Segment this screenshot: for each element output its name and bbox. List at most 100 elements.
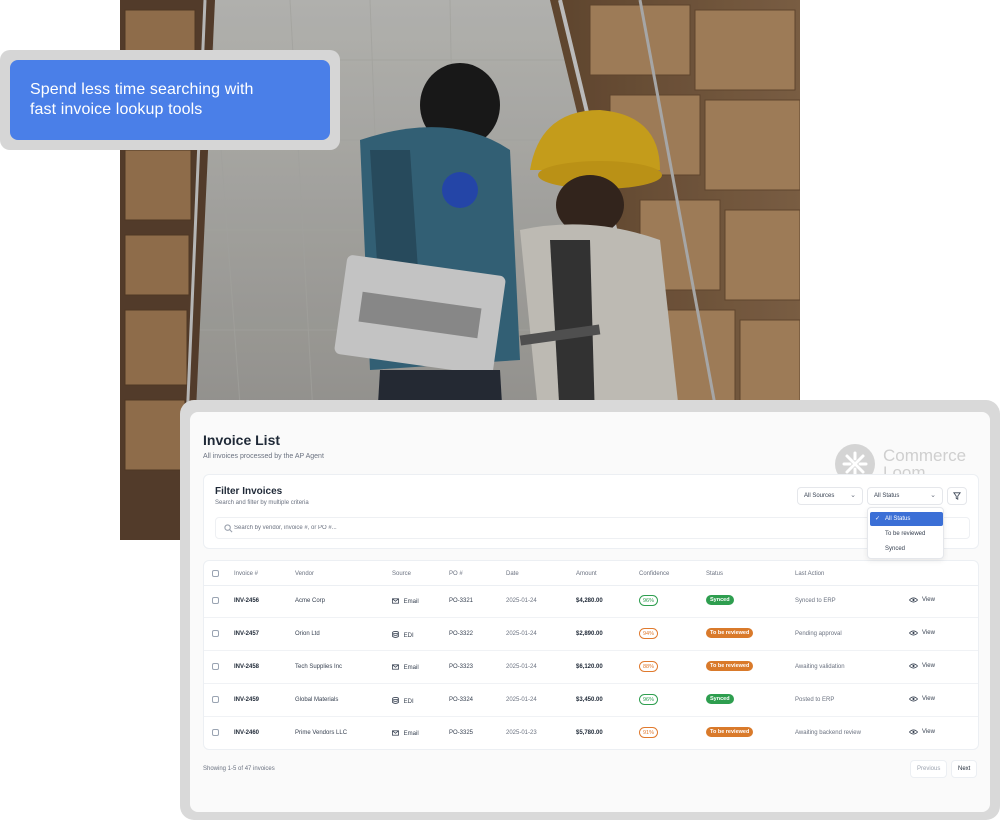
- invoice-amount: $4,280.00: [576, 598, 603, 604]
- status-badge: To be reviewed: [706, 727, 754, 737]
- vendor-name: Orion Ltd: [295, 631, 320, 637]
- source-cell: Email: [392, 730, 419, 737]
- row-checkbox[interactable]: [212, 663, 219, 670]
- mail-icon: [392, 664, 399, 670]
- table-row[interactable]: INV-2457 Orion Ltd EDI PO-3322 2025-01-2…: [204, 618, 978, 651]
- view-label: View: [922, 729, 935, 735]
- column-header: Date: [506, 571, 519, 577]
- po-number: PO-3324: [449, 697, 474, 703]
- invoice-amount: $2,890.00: [576, 631, 603, 637]
- eye-icon: [909, 597, 918, 603]
- table-row[interactable]: INV-2459 Global Materials EDI PO-3324 20…: [204, 684, 978, 717]
- invoice-date: 2025-01-24: [506, 664, 537, 670]
- view-label: View: [922, 663, 935, 669]
- eye-icon: [909, 630, 918, 636]
- view-button[interactable]: View: [909, 696, 935, 702]
- po-number: PO-3322: [449, 631, 474, 637]
- source-cell: EDI: [392, 631, 414, 639]
- vendor-name: Tech Supplies Inc: [295, 664, 343, 670]
- table-row[interactable]: INV-2456 Acme Corp Email PO-3321 2025-01…: [204, 585, 978, 618]
- status-badge: Synced: [706, 694, 734, 704]
- invoice-date: 2025-01-24: [506, 598, 537, 604]
- confidence-badge: 94%: [639, 628, 659, 639]
- status-dropdown: ✓ All Status To be reviewed Synced: [867, 507, 944, 559]
- source-label: EDI: [403, 699, 414, 705]
- column-header: Invoice #: [234, 571, 259, 577]
- filter-button[interactable]: [947, 487, 967, 505]
- next-page-button[interactable]: Next: [951, 760, 978, 778]
- row-checkbox[interactable]: [212, 630, 219, 637]
- invoice-card: Invoice List All invoices processed by t…: [190, 412, 990, 812]
- mail-icon: [392, 598, 399, 604]
- view-label: View: [922, 630, 935, 636]
- dropdown-option-synced[interactable]: Synced: [870, 542, 943, 556]
- invoice-amount: $3,450.00: [576, 697, 603, 703]
- column-header: Amount: [576, 571, 597, 577]
- chevron-down-icon: ⌄: [850, 492, 856, 499]
- eye-icon: [909, 729, 918, 735]
- search-bar: [215, 517, 970, 539]
- invoice-amount: $6,120.00: [576, 664, 603, 670]
- source-label: Email: [403, 599, 419, 605]
- eye-icon: [909, 696, 918, 702]
- invoice-number: INV-2460: [234, 730, 260, 736]
- status-badge: To be reviewed: [706, 661, 754, 671]
- source-label: EDI: [403, 633, 414, 639]
- brand-name-line1: Commerce: [883, 446, 967, 465]
- view-button[interactable]: View: [909, 663, 935, 669]
- column-header: Last Action: [795, 571, 825, 577]
- previous-page-button[interactable]: Previous: [910, 760, 948, 778]
- view-label: View: [922, 597, 935, 603]
- invoice-date: 2025-01-24: [506, 697, 537, 703]
- pagination-summary: Showing 1-5 of 47 invoices: [203, 766, 275, 772]
- filter-panel: Filter Invoices Search and filter by mul…: [203, 474, 979, 549]
- last-action: Synced to ERP: [795, 598, 836, 604]
- source-label: Email: [403, 731, 419, 737]
- vendor-name: Acme Corp: [295, 598, 326, 604]
- column-header: Status: [706, 571, 724, 577]
- dropdown-option-to-be-reviewed[interactable]: To be reviewed: [870, 527, 943, 541]
- source-cell: EDI: [392, 697, 414, 705]
- source-label: Email: [403, 665, 419, 671]
- stage: Spend less time searching with fast invo…: [0, 0, 1000, 820]
- column-header: Source: [392, 571, 412, 577]
- search-icon: [224, 524, 233, 533]
- source-select-value: All Sources: [804, 493, 835, 499]
- filter-title: Filter Invoices: [215, 486, 283, 497]
- table-row[interactable]: INV-2458 Tech Supplies Inc Email PO-3323…: [204, 651, 978, 684]
- view-button[interactable]: View: [909, 597, 935, 603]
- row-checkbox[interactable]: [212, 696, 219, 703]
- invoice-number: INV-2458: [234, 664, 260, 670]
- search-input[interactable]: [234, 520, 834, 536]
- table-row[interactable]: INV-2460 Prime Vendors LLC Email PO-3325…: [204, 717, 978, 750]
- database-icon: [392, 697, 399, 704]
- row-checkbox[interactable]: [212, 597, 219, 604]
- last-action: Awaiting validation: [795, 664, 845, 670]
- vendor-name: Global Materials: [295, 697, 339, 703]
- view-button[interactable]: View: [909, 729, 935, 735]
- invoice-date: 2025-01-24: [506, 631, 537, 637]
- last-action: Awaiting backend review: [795, 730, 861, 736]
- invoice-number: INV-2457: [234, 631, 260, 637]
- invoice-table: Invoice # Vendor Source PO # Date Amount…: [203, 560, 979, 750]
- dropdown-option-label: Synced: [885, 546, 906, 552]
- po-number: PO-3325: [449, 730, 474, 736]
- select-all-checkbox[interactable]: [212, 570, 219, 577]
- confidence-badge: 96%: [639, 694, 659, 705]
- status-select[interactable]: All Status ⌄: [867, 487, 943, 505]
- dropdown-option-label: All Status: [885, 516, 911, 522]
- confidence-badge: 88%: [639, 661, 659, 672]
- chevron-down-icon: ⌄: [930, 492, 936, 499]
- callout-banner: Spend less time searching with fast invo…: [10, 60, 330, 140]
- check-icon: ✓: [875, 516, 881, 522]
- source-cell: Email: [392, 664, 419, 671]
- database-icon: [392, 631, 399, 638]
- page-subtitle: All invoices processed by the AP Agent: [203, 453, 324, 460]
- last-action: Pending approval: [795, 631, 842, 637]
- row-checkbox[interactable]: [212, 729, 219, 736]
- status-badge: To be reviewed: [706, 628, 754, 638]
- view-button[interactable]: View: [909, 630, 935, 636]
- dropdown-option-all-status[interactable]: ✓ All Status: [870, 512, 943, 526]
- source-select[interactable]: All Sources ⌄: [797, 487, 863, 505]
- status-badge: Synced: [706, 595, 734, 605]
